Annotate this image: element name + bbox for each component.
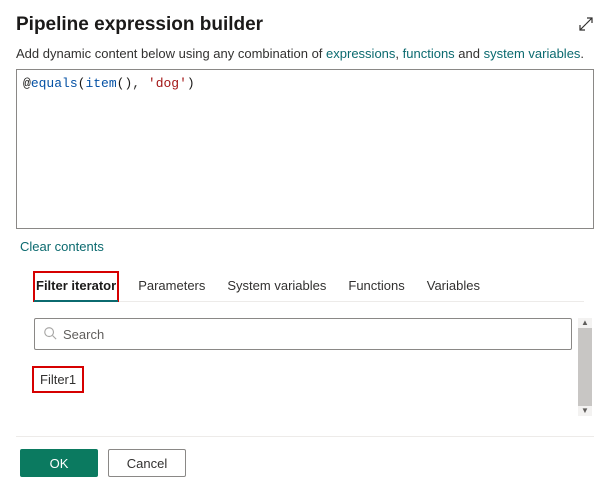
link-functions[interactable]: functions xyxy=(403,46,455,61)
helper-text: Add dynamic content below using any comb… xyxy=(16,46,594,61)
link-expressions[interactable]: expressions xyxy=(326,46,395,61)
tab-bar: Filter iterator Parameters System variab… xyxy=(34,272,584,302)
list-item[interactable]: Filter1 xyxy=(34,368,82,391)
expand-icon[interactable] xyxy=(578,16,594,35)
search-field[interactable] xyxy=(34,318,572,350)
cancel-button[interactable]: Cancel xyxy=(108,449,186,477)
scroll-down-icon[interactable]: ▼ xyxy=(581,407,589,415)
ok-button[interactable]: OK xyxy=(20,449,98,477)
clear-contents-link[interactable]: Clear contents xyxy=(20,239,104,254)
link-system-variables[interactable]: system variables xyxy=(484,46,581,61)
tab-functions[interactable]: Functions xyxy=(346,272,406,301)
expression-editor[interactable]: @equals(item(), 'dog') xyxy=(16,69,594,229)
page-title: Pipeline expression builder xyxy=(16,14,263,36)
tab-system-variables[interactable]: System variables xyxy=(225,272,328,301)
footer: OK Cancel xyxy=(16,436,594,477)
scrollbar[interactable]: ▲ ▼ xyxy=(578,318,592,416)
search-icon xyxy=(43,326,63,343)
tab-parameters[interactable]: Parameters xyxy=(136,272,207,301)
scroll-up-icon[interactable]: ▲ xyxy=(581,319,589,327)
scrollbar-thumb[interactable] xyxy=(578,328,592,406)
tab-variables[interactable]: Variables xyxy=(425,272,482,301)
tab-filter-iterator[interactable]: Filter iterator xyxy=(34,272,118,301)
helper-prefix: Add dynamic content below using any comb… xyxy=(16,46,326,61)
search-input[interactable] xyxy=(63,327,563,342)
